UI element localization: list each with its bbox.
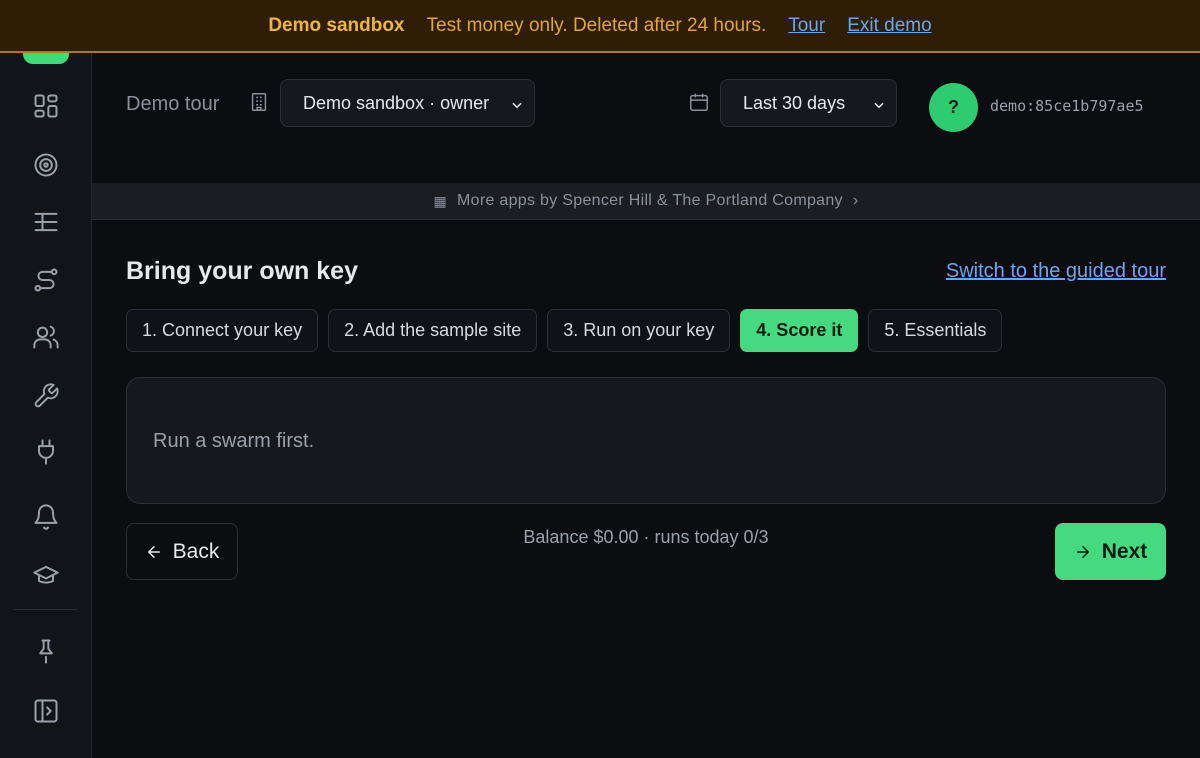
bell-icon [34,504,58,530]
demo-tour-label: Demo tour [126,93,220,115]
grid-icon: ▦ [433,192,448,209]
sidebar-item-tree[interactable] [30,206,62,238]
wrench-icon [34,383,59,408]
step-tab-5[interactable]: 5. Essentials [868,309,1003,352]
graduation-cap-icon [33,565,59,584]
user-id: demo:85ce1b797ae5 [990,97,1144,115]
panel-message: Run a swarm first. [153,430,315,452]
avatar[interactable]: ? [929,83,978,132]
more-apps-text: More apps by Spencer Hill & The Portland… [457,192,843,209]
plug-icon [38,439,54,465]
banner-title: Demo sandbox [268,14,405,36]
chevron-right-icon: › [852,192,859,209]
step-tab-4[interactable]: 4. Score it [740,309,859,352]
chevron-down-icon [510,96,524,110]
panel-collapse-icon [34,699,58,723]
step-tab-1[interactable]: 1. Connect your key [126,309,319,352]
step-tab-2[interactable]: 2. Add the sample site [328,309,538,352]
demo-banner: Demo sandbox Test money only. Deleted af… [0,0,1200,53]
sidebar-pin-button[interactable] [30,635,62,667]
sidebar-item-learn[interactable] [30,559,62,591]
top-bar: Demo tour Demo sandbox · owner Last 30 d… [92,53,1200,183]
dashboard-icon [34,94,58,118]
building-icon [248,91,270,113]
sidebar-item-tools[interactable] [30,380,62,412]
sidebar [0,51,92,758]
step-tabs: 1. Connect your key 2. Add the sample si… [126,309,1003,352]
sidebar-divider [14,609,77,610]
list-tree-icon [34,212,58,232]
sidebar-item-goals[interactable] [30,149,62,181]
target-icon [34,153,58,177]
banner-message: Test money only. Deleted after 24 hours. [426,14,767,36]
page-title: Bring your own key [126,257,358,285]
step-panel: Run a swarm first. [126,377,1166,504]
sidebar-item-route[interactable] [30,264,62,296]
org-select[interactable]: Demo sandbox · owner [280,79,535,127]
date-range-select[interactable]: Last 30 days [720,79,897,127]
balance-status: Balance $0.00 · runs today 0/3 [523,527,769,547]
calendar-icon [688,91,710,113]
next-button[interactable]: Next [1055,523,1166,580]
org-select-value: Demo sandbox · owner [303,92,490,113]
sidebar-item-users[interactable] [30,321,62,353]
next-label: Next [1101,539,1148,563]
sidebar-item-integrations[interactable] [30,436,62,468]
chevron-down-icon [872,96,886,110]
main-content: Demo tour Demo sandbox · owner Last 30 d… [92,53,1200,758]
users-icon [33,325,59,349]
more-apps-strip[interactable]: ▦ More apps by Spencer Hill & The Portla… [92,183,1200,220]
tour-link[interactable]: Tour [788,15,825,37]
arrow-right-icon [1076,545,1089,558]
pin-icon [39,639,53,664]
exit-demo-link[interactable]: Exit demo [847,15,931,37]
switch-guided-tour-link[interactable]: Switch to the guided tour [946,260,1166,283]
route-icon [34,268,58,292]
sidebar-item-notifications[interactable] [30,501,62,533]
sidebar-collapse-button[interactable] [30,695,62,727]
sidebar-item-dashboard[interactable] [30,90,62,122]
step-tab-3[interactable]: 3. Run on your key [547,309,731,352]
date-range-value: Last 30 days [743,92,846,113]
